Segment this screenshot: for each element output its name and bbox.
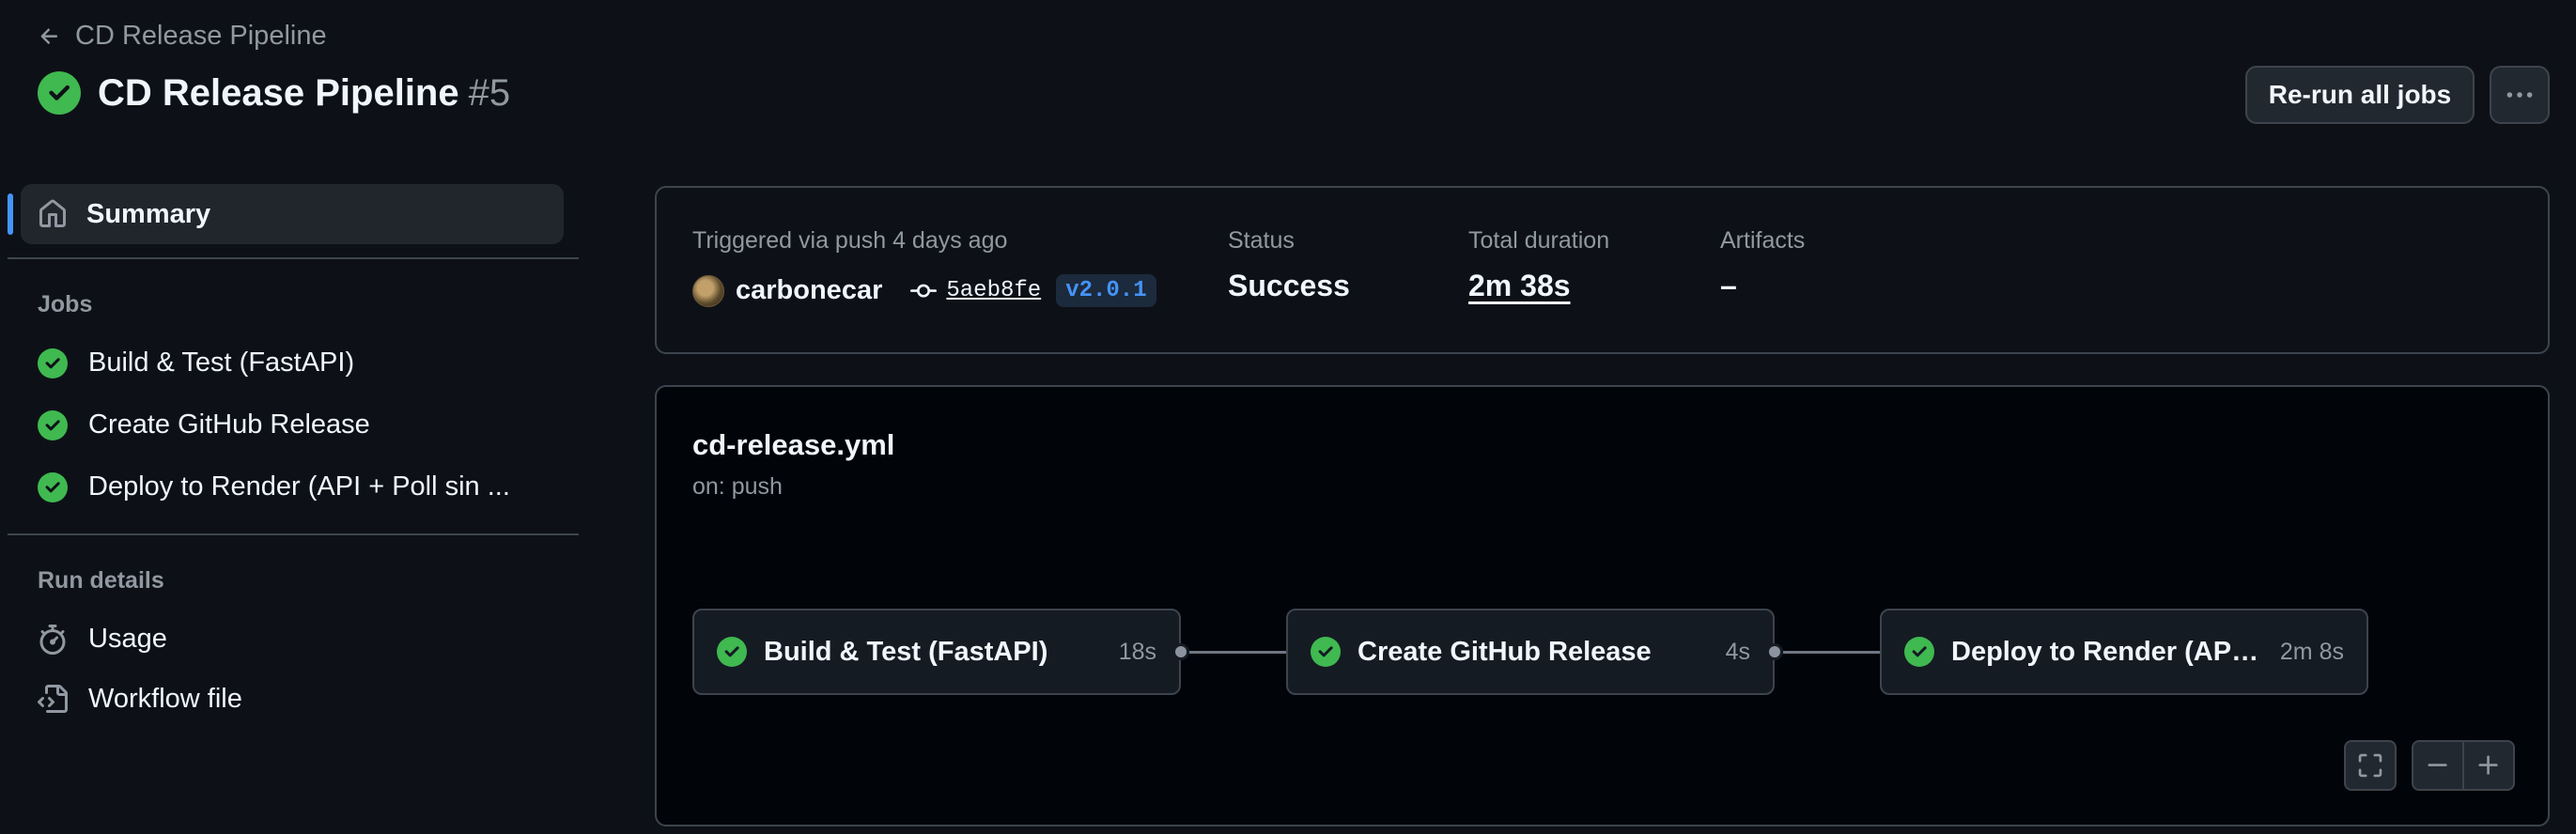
job-node-name: Build & Test (FastAPI)	[764, 636, 1048, 667]
back-to-workflow-link[interactable]: CD Release Pipeline	[38, 21, 327, 52]
avatar[interactable]	[692, 274, 724, 307]
rerun-all-jobs-button[interactable]: Re-run all jobs	[2245, 66, 2475, 124]
check-circle-icon	[717, 637, 747, 667]
graph-job-create-release[interactable]: Create GitHub Release 4s	[1286, 609, 1775, 695]
workflow-trigger: on: push	[692, 473, 783, 500]
actor-name[interactable]: carbonecar	[736, 275, 882, 306]
connector-line	[1189, 651, 1287, 654]
artifacts-label: Artifacts	[1720, 227, 1806, 254]
zoom-out-button[interactable]	[2413, 742, 2462, 789]
check-circle-icon	[38, 71, 81, 115]
status-value: Success	[1228, 269, 1350, 302]
sidebar-job-create-release[interactable]: Create GitHub Release	[38, 409, 564, 440]
minus-icon	[2428, 764, 2447, 766]
back-link-label: CD Release Pipeline	[75, 21, 327, 51]
sidebar-item-workflow-file[interactable]: Workflow file	[38, 684, 242, 715]
job-node-time: 2m 8s	[2279, 638, 2344, 665]
stopwatch-icon	[39, 624, 66, 655]
graph-job-deploy[interactable]: Deploy to Render (API +... 2m 8s	[1880, 609, 2368, 695]
connector-line	[1783, 651, 1881, 654]
zoom-in-button[interactable]	[2464, 742, 2513, 789]
workflow-run-page: CD Release Pipeline CD Release Pipeline #…	[0, 0, 2576, 834]
workflow-graph-card: cd-release.yml on: push Build & Test (Fa…	[655, 385, 2550, 826]
status-label: Status	[1228, 227, 1295, 254]
job-node-time: 4s	[1725, 638, 1750, 665]
active-indicator	[8, 193, 13, 235]
check-circle-icon	[38, 471, 68, 502]
fullscreen-button[interactable]	[2344, 740, 2397, 791]
zoom-controls	[2412, 740, 2515, 791]
jobs-heading: Jobs	[38, 291, 93, 317]
sidebar-job-build-test[interactable]: Build & Test (FastAPI)	[38, 348, 564, 378]
sidebar-item-summary[interactable]: Summary	[21, 184, 564, 244]
workflow-file-name: cd-release.yml	[692, 428, 895, 461]
artifacts-value: –	[1720, 269, 1737, 302]
sidebar-job-deploy[interactable]: Deploy to Render (API + Poll sin ...	[38, 471, 564, 502]
check-circle-icon	[1311, 637, 1341, 667]
kebab-horizontal-icon	[2506, 92, 2533, 98]
home-icon	[39, 199, 66, 227]
file-code-icon	[38, 684, 68, 713]
page-title: CD Release Pipeline #5	[38, 71, 510, 115]
sidebar-item-usage[interactable]: Usage	[38, 624, 167, 655]
job-label: Deploy to Render (API + Poll sin ...	[88, 471, 510, 502]
git-commit-icon	[910, 284, 938, 298]
plus-icon	[2478, 755, 2498, 775]
output-port	[1766, 643, 1783, 660]
workflow-file-label: Workflow file	[88, 684, 242, 714]
screen-full-icon	[2358, 753, 2382, 778]
commit-ref: 5aeb8fe	[910, 278, 1041, 304]
job-node-name: Deploy to Render (API +...	[1951, 636, 2263, 667]
duration-label: Total duration	[1468, 227, 1610, 254]
run-number: #5	[468, 71, 511, 114]
more-options-button[interactable]	[2490, 66, 2550, 124]
tag-badge[interactable]: v2.0.1	[1056, 274, 1156, 307]
run-summary-card: Triggered via push 4 days ago carbonecar…	[655, 186, 2550, 354]
commit-sha-link[interactable]: 5aeb8fe	[946, 278, 1041, 303]
check-circle-icon	[38, 409, 68, 440]
trigger-text: Triggered via push 4 days ago	[692, 227, 1008, 254]
arrow-left-icon	[40, 27, 58, 44]
divider	[8, 533, 579, 535]
job-label: Create GitHub Release	[88, 409, 370, 440]
job-node-time: 18s	[1118, 638, 1156, 665]
run-title: CD Release Pipeline	[98, 71, 459, 114]
divider	[8, 257, 579, 259]
check-circle-icon	[38, 348, 68, 378]
usage-label: Usage	[88, 624, 167, 654]
graph-job-build-test[interactable]: Build & Test (FastAPI) 18s	[692, 609, 1181, 695]
run-details-heading: Run details	[38, 567, 164, 594]
sidebar-item-label: Summary	[86, 198, 211, 229]
job-node-name: Create GitHub Release	[1358, 636, 1652, 667]
output-port	[1172, 643, 1189, 660]
check-circle-icon	[1904, 637, 1934, 667]
job-label: Build & Test (FastAPI)	[88, 348, 355, 378]
trigger-info: carbonecar 5aeb8fe v2.0.1	[692, 274, 1156, 307]
duration-value[interactable]: 2m 38s	[1468, 269, 1571, 303]
